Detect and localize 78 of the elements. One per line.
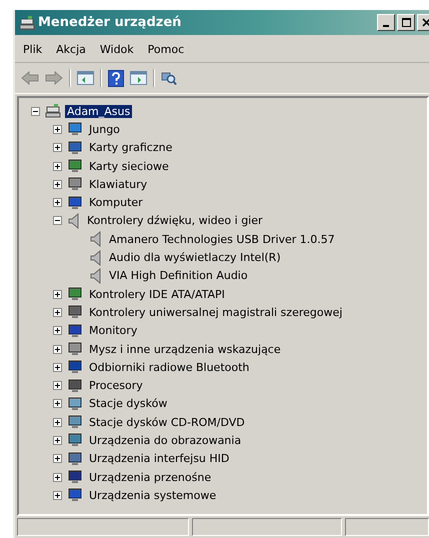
magnifier-icon[interactable] bbox=[161, 70, 177, 86]
tree-item[interactable]: Klawiatury bbox=[87, 178, 150, 191]
expander-icon[interactable] bbox=[53, 143, 62, 152]
tree-item[interactable]: Kontrolery IDE ATA/ATAPI bbox=[87, 288, 227, 301]
menu-item[interactable]: Plik bbox=[23, 43, 42, 56]
speaker-icon bbox=[89, 268, 103, 284]
device-icon bbox=[67, 359, 83, 376]
device-icon bbox=[67, 432, 83, 448]
menu-item[interactable]: Pomoc bbox=[148, 43, 184, 56]
tree-item[interactable]: Mysz i inne urządzenia wskazujące bbox=[87, 342, 283, 356]
tree-item[interactable]: Urządzenia systemowe bbox=[87, 488, 218, 502]
tree-item[interactable]: Kontrolery uniwersalnej magistrali szeregowej bbox=[87, 306, 344, 319]
expander-icon[interactable] bbox=[53, 418, 62, 427]
tree-item[interactable]: Urządzenia przenośne bbox=[87, 470, 214, 484]
speaker-icon bbox=[67, 212, 81, 229]
device-icon bbox=[67, 194, 83, 211]
menu-item[interactable]: Widok bbox=[100, 43, 134, 56]
computer-icon bbox=[19, 14, 35, 30]
device-icon bbox=[67, 140, 83, 156]
tree-item[interactable]: Adam_Asus bbox=[65, 104, 132, 118]
expander-icon[interactable] bbox=[53, 308, 62, 317]
tree-item[interactable]: Urządzenia do obrazowania bbox=[87, 434, 244, 447]
tree-item[interactable]: Amanero Technologies USB Driver 1.0.57 bbox=[107, 232, 337, 246]
tree-item[interactable]: Kontrolery dźwięku, wideo i gier bbox=[85, 214, 265, 228]
expander-icon[interactable] bbox=[53, 290, 62, 299]
expander-icon[interactable] bbox=[53, 326, 62, 336]
device-icon bbox=[67, 322, 83, 339]
maximize-icon bbox=[402, 18, 410, 27]
expander-icon[interactable] bbox=[53, 198, 62, 208]
expander-icon[interactable] bbox=[53, 162, 62, 171]
tree-item[interactable]: Karty sieciowe bbox=[87, 160, 171, 173]
expander-icon[interactable] bbox=[53, 180, 62, 189]
device-icon bbox=[67, 341, 83, 357]
tree-item[interactable]: Urządzenia interfejsu HID bbox=[87, 452, 232, 466]
speaker-icon bbox=[89, 231, 103, 248]
tree-item[interactable]: Stacje dysków CD-ROM/DVD bbox=[87, 416, 247, 429]
menu-item[interactable]: Akcja bbox=[56, 43, 86, 56]
tree-item[interactable]: Audio dla wyświetlaczy Intel(R) bbox=[107, 251, 283, 264]
device-icon bbox=[67, 304, 83, 320]
tree-item[interactable]: Stacje dysków bbox=[87, 397, 170, 410]
expander-icon[interactable] bbox=[53, 124, 62, 134]
expander-icon[interactable] bbox=[53, 472, 62, 482]
tree-item[interactable]: Komputer bbox=[87, 196, 145, 210]
tree-item[interactable]: Karty graficzne bbox=[87, 141, 174, 154]
tree-item[interactable]: Odbiorniki radiowe Bluetooth bbox=[87, 360, 252, 374]
tree-item[interactable]: VIA High Definition Audio bbox=[107, 269, 250, 282]
minimize-icon bbox=[383, 25, 389, 27]
expander-icon[interactable] bbox=[53, 381, 62, 390]
device-icon bbox=[67, 487, 83, 504]
computer-icon bbox=[45, 103, 61, 120]
window-pane-icon[interactable] bbox=[130, 71, 147, 85]
close-icon bbox=[422, 18, 429, 27]
expander-icon[interactable] bbox=[53, 399, 62, 408]
speaker-icon bbox=[89, 250, 103, 266]
device-icon bbox=[67, 378, 83, 394]
maximize-button[interactable] bbox=[397, 14, 415, 31]
help-icon[interactable] bbox=[108, 70, 124, 86]
expander-icon[interactable] bbox=[53, 216, 62, 226]
device-icon bbox=[67, 469, 83, 486]
device-icon bbox=[67, 414, 83, 430]
window-pane-icon[interactable] bbox=[77, 71, 94, 85]
tree-item[interactable]: Procesory bbox=[87, 379, 145, 392]
expander-icon[interactable] bbox=[53, 454, 62, 464]
expander-icon[interactable] bbox=[53, 362, 62, 372]
device-icon bbox=[67, 450, 83, 467]
device-icon bbox=[67, 158, 83, 174]
device-icon bbox=[67, 396, 83, 412]
minimize-button[interactable] bbox=[377, 14, 395, 31]
expander-icon[interactable] bbox=[53, 490, 62, 500]
device-icon bbox=[67, 176, 83, 192]
expander-icon[interactable] bbox=[31, 106, 40, 116]
tree-item[interactable]: Jungo bbox=[87, 122, 122, 136]
window-title: Menedżer urządzeń bbox=[38, 15, 182, 30]
device-icon bbox=[67, 286, 83, 302]
tree-item[interactable]: Monitory bbox=[87, 324, 140, 338]
expander-icon[interactable] bbox=[53, 436, 62, 445]
expander-icon[interactable] bbox=[53, 344, 62, 354]
device-icon bbox=[67, 121, 83, 138]
